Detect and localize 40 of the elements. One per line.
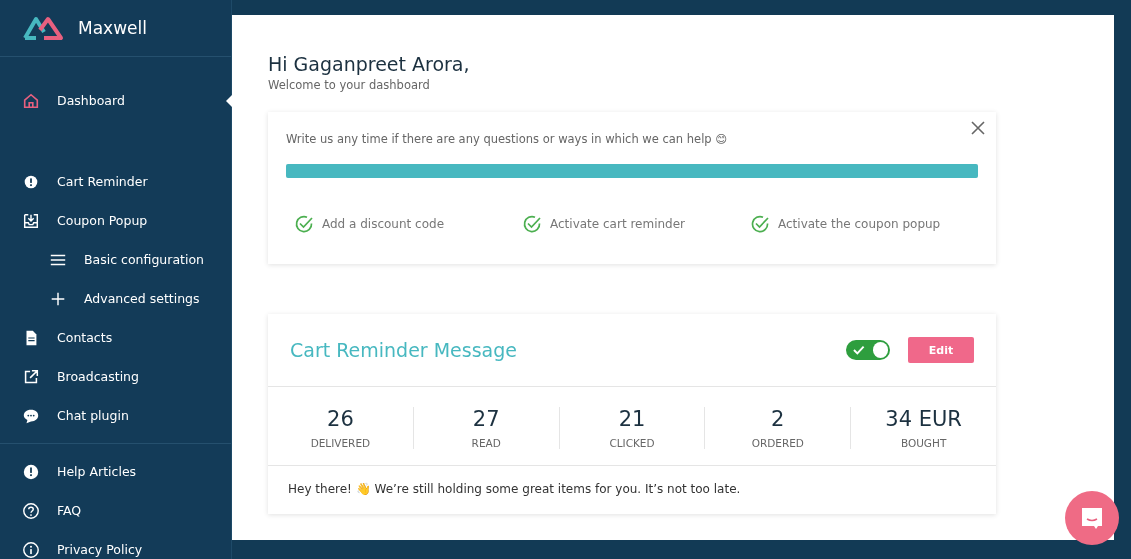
stat-value: 27	[472, 407, 500, 431]
stat-label: READ	[471, 437, 501, 449]
step-label: Activate cart reminder	[550, 217, 685, 231]
stat-value: 21	[618, 407, 646, 431]
stat-value: 2	[771, 407, 785, 431]
external-link-icon	[22, 367, 40, 386]
stat-label: BOUGHT	[900, 437, 947, 449]
help-icon	[22, 501, 40, 520]
sidebar-subitem[interactable]: Advanced settings	[0, 279, 231, 318]
stat-label: DELIVERED	[310, 437, 371, 449]
toggle-switch[interactable]	[846, 340, 890, 360]
sidebar-item[interactable]: Dashboard	[0, 81, 231, 120]
info-icon	[22, 540, 40, 559]
stat-value: 26	[327, 407, 354, 431]
home-icon	[22, 91, 40, 110]
sidebar-item[interactable]: Coupon Popup	[0, 201, 231, 240]
sidebar-item[interactable]: Chat plugin	[0, 396, 231, 435]
greeting-subtitle: Welcome to your dashboard	[268, 78, 431, 92]
step-label: Add a discount code	[322, 217, 445, 231]
sidebar-item[interactable]: Help Articles	[0, 452, 231, 491]
check-icon	[853, 345, 865, 355]
sidebar-item[interactable]: Cart Reminder	[0, 162, 231, 201]
help-message: Write us any time if there are any questions or ways in which we can help 😊	[286, 132, 729, 146]
alert-icon	[22, 462, 40, 481]
sidebar-item[interactable]: Contacts	[0, 318, 231, 357]
logo-icon	[22, 15, 64, 41]
download-tray-icon	[22, 211, 40, 230]
stat-value: 34 EUR	[885, 407, 962, 431]
step-label: Activate the coupon popup	[778, 217, 941, 231]
brand-name: Maxwell	[78, 18, 147, 38]
chat-icon	[1079, 505, 1105, 531]
stat-label: ORDERED	[751, 437, 804, 449]
sidebar-item[interactable]: FAQ	[0, 491, 231, 530]
card-title: Cart Reminder Message	[290, 339, 518, 361]
reminder-message: Hey there! 👋 We’re still holding some great items for you. It’s not too late.	[287, 481, 742, 498]
stat-label: CLICKED	[609, 437, 655, 449]
sidebar-item[interactable]: Privacy Policy	[0, 530, 231, 559]
sidebar-subitem[interactable]: Basic configuration	[0, 240, 231, 279]
sidebar-item[interactable]: Broadcasting	[0, 357, 231, 396]
greeting-title: Hi Gaganpreet Arora,	[268, 53, 471, 75]
